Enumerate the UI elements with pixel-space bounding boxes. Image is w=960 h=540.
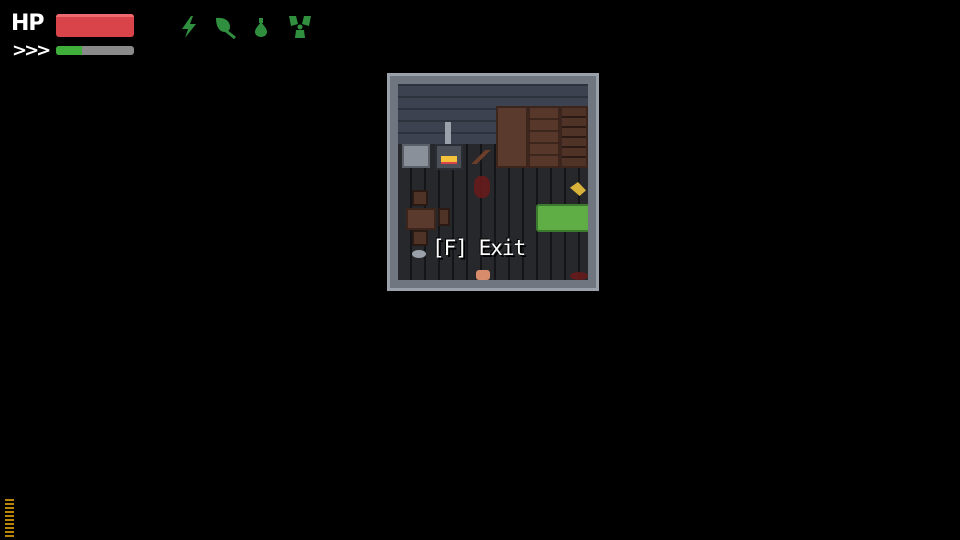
lightning-icon: [182, 16, 196, 38]
wooden-table[interactable]: [406, 208, 436, 230]
firewood-pile[interactable]: [470, 150, 494, 164]
chair-side[interactable]: [438, 208, 450, 226]
hp-label: HP: [11, 11, 45, 36]
stove-fire: [441, 156, 457, 162]
drop-icon: [255, 18, 267, 37]
chair-bottom[interactable]: [412, 230, 428, 246]
dead-rat[interactable]: [412, 250, 426, 258]
stamina-bar: [56, 46, 134, 55]
leaf-icon: [216, 17, 236, 39]
wardrobe[interactable]: [496, 106, 528, 168]
stamina-label: >>>: [12, 40, 51, 61]
radiation-icon: [289, 16, 311, 38]
chair-top[interactable]: [412, 190, 428, 206]
hp-bar: [56, 14, 134, 37]
kitchen-counter[interactable]: [402, 144, 430, 168]
blood-stain: [570, 272, 588, 280]
hp-bar-fill: [56, 14, 134, 37]
player-character: [476, 270, 490, 280]
ammo-meter: [5, 497, 14, 537]
stamina-bar-fill: [56, 46, 82, 55]
blood-stain: [474, 176, 490, 198]
bookshelf[interactable]: [560, 106, 588, 168]
green-sofa[interactable]: [536, 204, 588, 232]
exit-prompt: [F] Exit: [432, 236, 526, 260]
dresser[interactable]: [528, 106, 560, 168]
